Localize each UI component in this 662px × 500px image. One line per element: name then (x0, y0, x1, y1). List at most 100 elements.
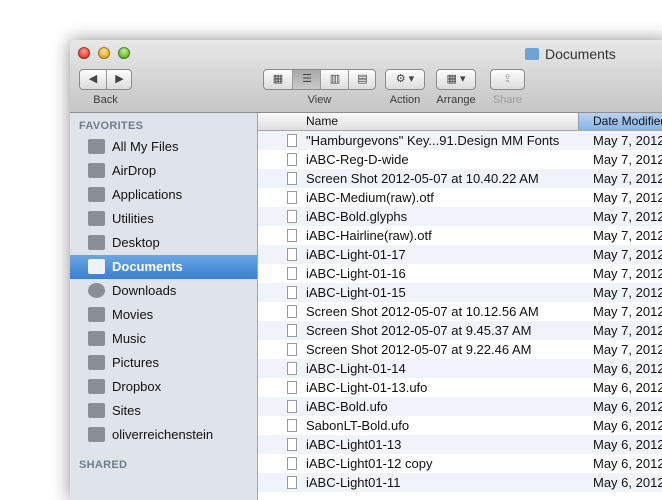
sidebar-item-home[interactable]: oliverreichenstein (70, 423, 257, 447)
file-name: iABC-Light-01-13.ufo (306, 380, 428, 395)
file-date: May 6, 2012 (593, 437, 662, 452)
sidebar-item-movies[interactable]: Movies (70, 303, 257, 327)
table-row[interactable]: "Hamburgevons" Key...91.Design MM Fonts M… (258, 131, 662, 150)
file-name: iABC-Light01-11 (306, 475, 401, 490)
table-row[interactable]: iABC-Light-01-15 May 7, 2012 (258, 283, 662, 302)
coverflow-view-icon: ▤ (357, 73, 368, 85)
sidebar-item-documents[interactable]: Documents (70, 255, 257, 279)
movies-icon (88, 307, 105, 322)
sidebar-item-pictures[interactable]: Pictures (70, 351, 257, 375)
arrange-label: Arrange (436, 94, 476, 106)
table-row[interactable]: Screen Shot 2012-05-07 at 10.12.56 AM May… (258, 302, 662, 321)
list-view-button[interactable]: ☰ (292, 70, 321, 89)
file-date: May 7, 2012 (593, 342, 662, 357)
desktop-icon (88, 235, 105, 250)
sidebar-item-airdrop[interactable]: AirDrop (70, 159, 257, 183)
file-date: May 7, 2012 (593, 190, 662, 205)
file-icon (287, 438, 297, 451)
sidebar-item-applications[interactable]: Applications (70, 183, 257, 207)
finder-window: Documents ◀ ▶ Back ▦ ☰ ▥ ▤ View ⚙ ▾ Acti… (70, 40, 662, 500)
file-name: iABC-Light-01-15 (306, 285, 406, 300)
file-name: iABC-Light01-13 (306, 437, 402, 452)
file-date: May 6, 2012 (593, 418, 662, 433)
pictures-icon (88, 355, 105, 370)
table-row[interactable]: iABC-Light-01-17 May 7, 2012 (258, 245, 662, 264)
table-row[interactable]: iABC-Bold.glyphs May 7, 2012 (258, 207, 662, 226)
file-icon (287, 400, 297, 413)
table-row[interactable]: SabonLT-Bold.ufo May 6, 2012 (258, 416, 662, 435)
music-icon (88, 331, 105, 346)
action-button[interactable]: ⚙ ▾ (385, 69, 425, 90)
file-date: May 7, 2012 (593, 247, 662, 262)
sidebar-item-utilities[interactable]: Utilities (70, 207, 257, 231)
file-list: Name Date Modified "Hamburgevons" Key...… (258, 113, 662, 500)
table-row[interactable]: iABC-Light01-11 May 6, 2012 (258, 473, 662, 492)
file-name: Screen Shot 2012-05-07 at 9.22.46 AM (306, 342, 532, 357)
zoom-button[interactable] (118, 47, 130, 59)
sidebar-item-dropbox[interactable]: Dropbox (70, 375, 257, 399)
file-date: May 6, 2012 (593, 456, 662, 471)
sidebar-item-sites[interactable]: Sites (70, 399, 257, 423)
minimize-button[interactable] (98, 47, 110, 59)
file-date: May 7, 2012 (593, 228, 662, 243)
coverflow-view-button[interactable]: ▤ (348, 70, 376, 89)
share-icon: ⇪ (502, 73, 513, 85)
file-name: "Hamburgevons" Key...91.Design MM Fonts (306, 133, 560, 148)
file-name: iABC-Light-01-14 (306, 361, 406, 376)
arrange-button[interactable]: ▦ ▾ (436, 69, 476, 90)
file-name: SabonLT-Bold.ufo (306, 418, 410, 433)
table-row[interactable]: Screen Shot 2012-05-07 at 9.22.46 AM May … (258, 340, 662, 359)
table-row[interactable]: iABC-Hairline(raw).otf May 7, 2012 (258, 226, 662, 245)
table-row[interactable]: Screen Shot 2012-05-07 at 9.45.37 AM May … (258, 321, 662, 340)
table-row[interactable]: iABC-Light01-13 May 6, 2012 (258, 435, 662, 454)
file-icon (287, 153, 297, 166)
file-date: May 6, 2012 (593, 380, 662, 395)
table-row[interactable]: iABC-Light01-12 copy May 6, 2012 (258, 454, 662, 473)
file-date: May 7, 2012 (593, 266, 662, 281)
file-icon (287, 343, 297, 356)
back-button[interactable]: ◀ (80, 70, 106, 89)
file-name: iABC-Light-01-16 (306, 266, 406, 281)
icon-view-button[interactable]: ▦ (264, 70, 292, 89)
file-icon (287, 210, 297, 223)
name-column-header[interactable]: Name (306, 114, 338, 128)
forward-button[interactable]: ▶ (106, 70, 132, 89)
table-row[interactable]: iABC-Reg-D-wide May 7, 2012 (258, 150, 662, 169)
folder-icon (525, 48, 539, 60)
table-row[interactable]: iABC-Bold.ufo May 6, 2012 (258, 397, 662, 416)
folder-icon (88, 379, 105, 394)
table-row[interactable]: iABC-Light-01-16 May 7, 2012 (258, 264, 662, 283)
list-header: Name Date Modified (258, 113, 662, 131)
table-row[interactable]: Screen Shot 2012-05-07 at 10.40.22 AM May… (258, 169, 662, 188)
sidebar-item-music[interactable]: Music (70, 327, 257, 351)
folder-icon (88, 403, 105, 418)
table-row[interactable]: iABC-Light-01-13.ufo May 6, 2012 (258, 378, 662, 397)
share-label: Share (492, 94, 523, 106)
file-icon (287, 324, 297, 337)
shared-header: SHARED (79, 459, 128, 471)
file-icon (287, 381, 297, 394)
table-row[interactable]: iABC-Light-01-14 May 6, 2012 (258, 359, 662, 378)
close-button[interactable] (78, 47, 90, 59)
file-icon (287, 172, 297, 185)
file-icon (287, 286, 297, 299)
sidebar-item-downloads[interactable]: Downloads (70, 279, 257, 303)
file-name: iABC-Light-01-17 (306, 247, 406, 262)
sidebar-item-all-my-files[interactable]: All My Files (70, 135, 257, 159)
back-label: Back (93, 94, 118, 106)
file-name: iABC-Bold.ufo (306, 399, 388, 414)
file-name: iABC-Hairline(raw).otf (306, 228, 432, 243)
date-column-header[interactable]: Date Modified (578, 113, 662, 130)
file-date: May 7, 2012 (593, 152, 662, 167)
sidebar-item-desktop[interactable]: Desktop (70, 231, 257, 255)
sidebar: FAVORITES All My Files AirDrop Applicati… (70, 113, 258, 500)
file-icon (287, 248, 297, 261)
column-view-button[interactable]: ▥ (320, 70, 349, 89)
table-row[interactable]: iABC-Medium(raw).otf May 7, 2012 (258, 188, 662, 207)
file-name: iABC-Bold.glyphs (306, 209, 408, 224)
share-button[interactable]: ⇪ (490, 69, 525, 90)
file-name: iABC-Medium(raw).otf (306, 190, 434, 205)
applications-icon (88, 187, 105, 202)
gear-icon: ⚙ ▾ (395, 73, 415, 85)
file-name: iABC-Light01-12 copy (306, 456, 433, 471)
